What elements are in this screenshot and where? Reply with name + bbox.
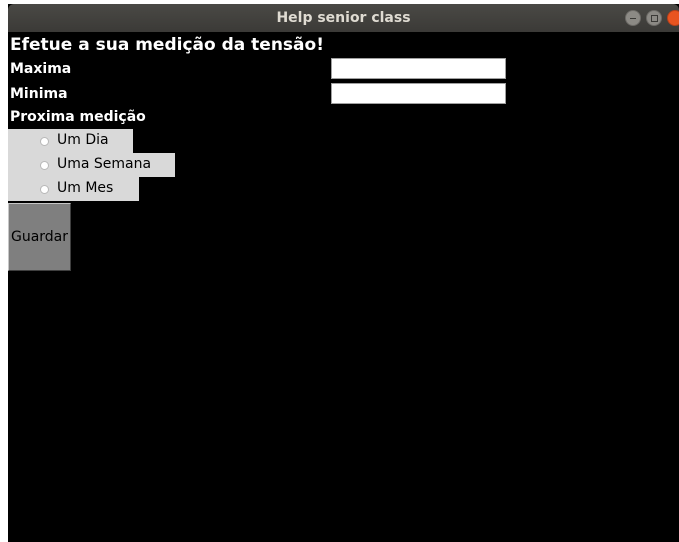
radio-um-mes[interactable]: Um Mes	[8, 177, 139, 201]
window-title: Help senior class	[276, 10, 411, 26]
radio-circle-icon[interactable]	[40, 185, 49, 194]
radio-uma-semana[interactable]: Uma Semana	[8, 153, 175, 177]
max-input[interactable]	[331, 58, 506, 79]
radio-circle-icon[interactable]	[40, 137, 49, 146]
minimize-icon[interactable]	[625, 10, 641, 26]
radio-label: Uma Semana	[57, 156, 152, 172]
radio-circle-icon[interactable]	[40, 161, 49, 170]
close-icon[interactable]	[667, 10, 679, 26]
max-label: Maxima	[10, 61, 72, 77]
maximize-icon[interactable]	[646, 10, 662, 26]
radio-label: Um Dia	[57, 132, 109, 148]
next-measurement-label: Proxima medição	[10, 109, 146, 125]
min-label: Minima	[10, 86, 68, 102]
radio-label: Um Mes	[57, 180, 114, 196]
save-button[interactable]: Guardar	[8, 203, 71, 271]
form-heading: Efetue a sua medição da tensão!	[10, 35, 324, 55]
app-window: Help senior class Efetue a sua medição d…	[8, 4, 679, 542]
min-input[interactable]	[331, 83, 506, 104]
radio-um-dia[interactable]: Um Dia	[8, 129, 133, 153]
title-bar[interactable]: Help senior class	[8, 4, 679, 32]
